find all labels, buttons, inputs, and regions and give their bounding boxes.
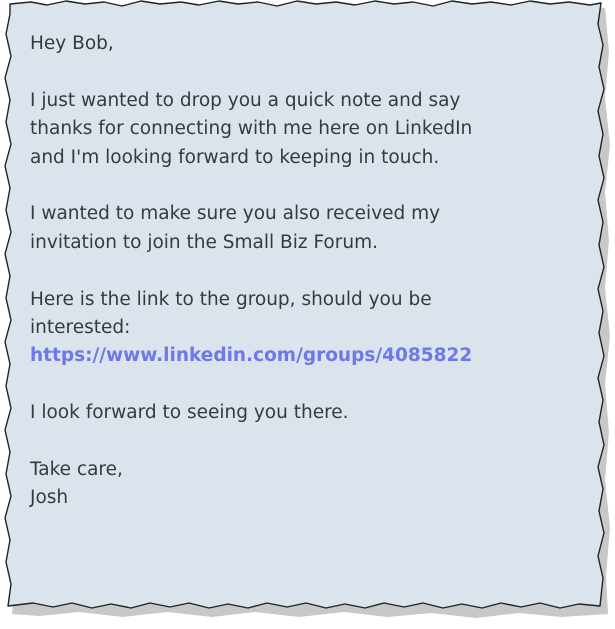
greeting: Hey Bob, xyxy=(30,33,114,54)
signature: Josh xyxy=(30,487,69,509)
paragraph1-line-1: I just wanted to drop you a quick note a… xyxy=(30,89,461,111)
paragraph1-line-3: and I'm looking forward to keeping in to… xyxy=(30,146,440,168)
paragraph3-line-1: Here is the link to the group, should yo… xyxy=(30,288,432,310)
paragraph1-line-2: thanks for connecting with me here on Li… xyxy=(30,118,473,140)
signoff: Take care, xyxy=(30,458,123,480)
group-link[interactable]: https://www.linkedin.com/groups/4085822 xyxy=(30,345,472,366)
paragraph3-line-2: interested: xyxy=(30,316,131,338)
closing-line: I look forward to seeing you there. xyxy=(30,402,349,424)
message-body: Hey Bob, I just wanted to drop you a qui… xyxy=(30,30,590,513)
group-link-line: https://www.linkedin.com/groups/4085822 xyxy=(30,342,590,370)
paragraph2-line-1: I wanted to make sure you also received … xyxy=(30,203,441,225)
paragraph2-line-2: invitation to join the Small Biz Forum. xyxy=(30,231,378,253)
